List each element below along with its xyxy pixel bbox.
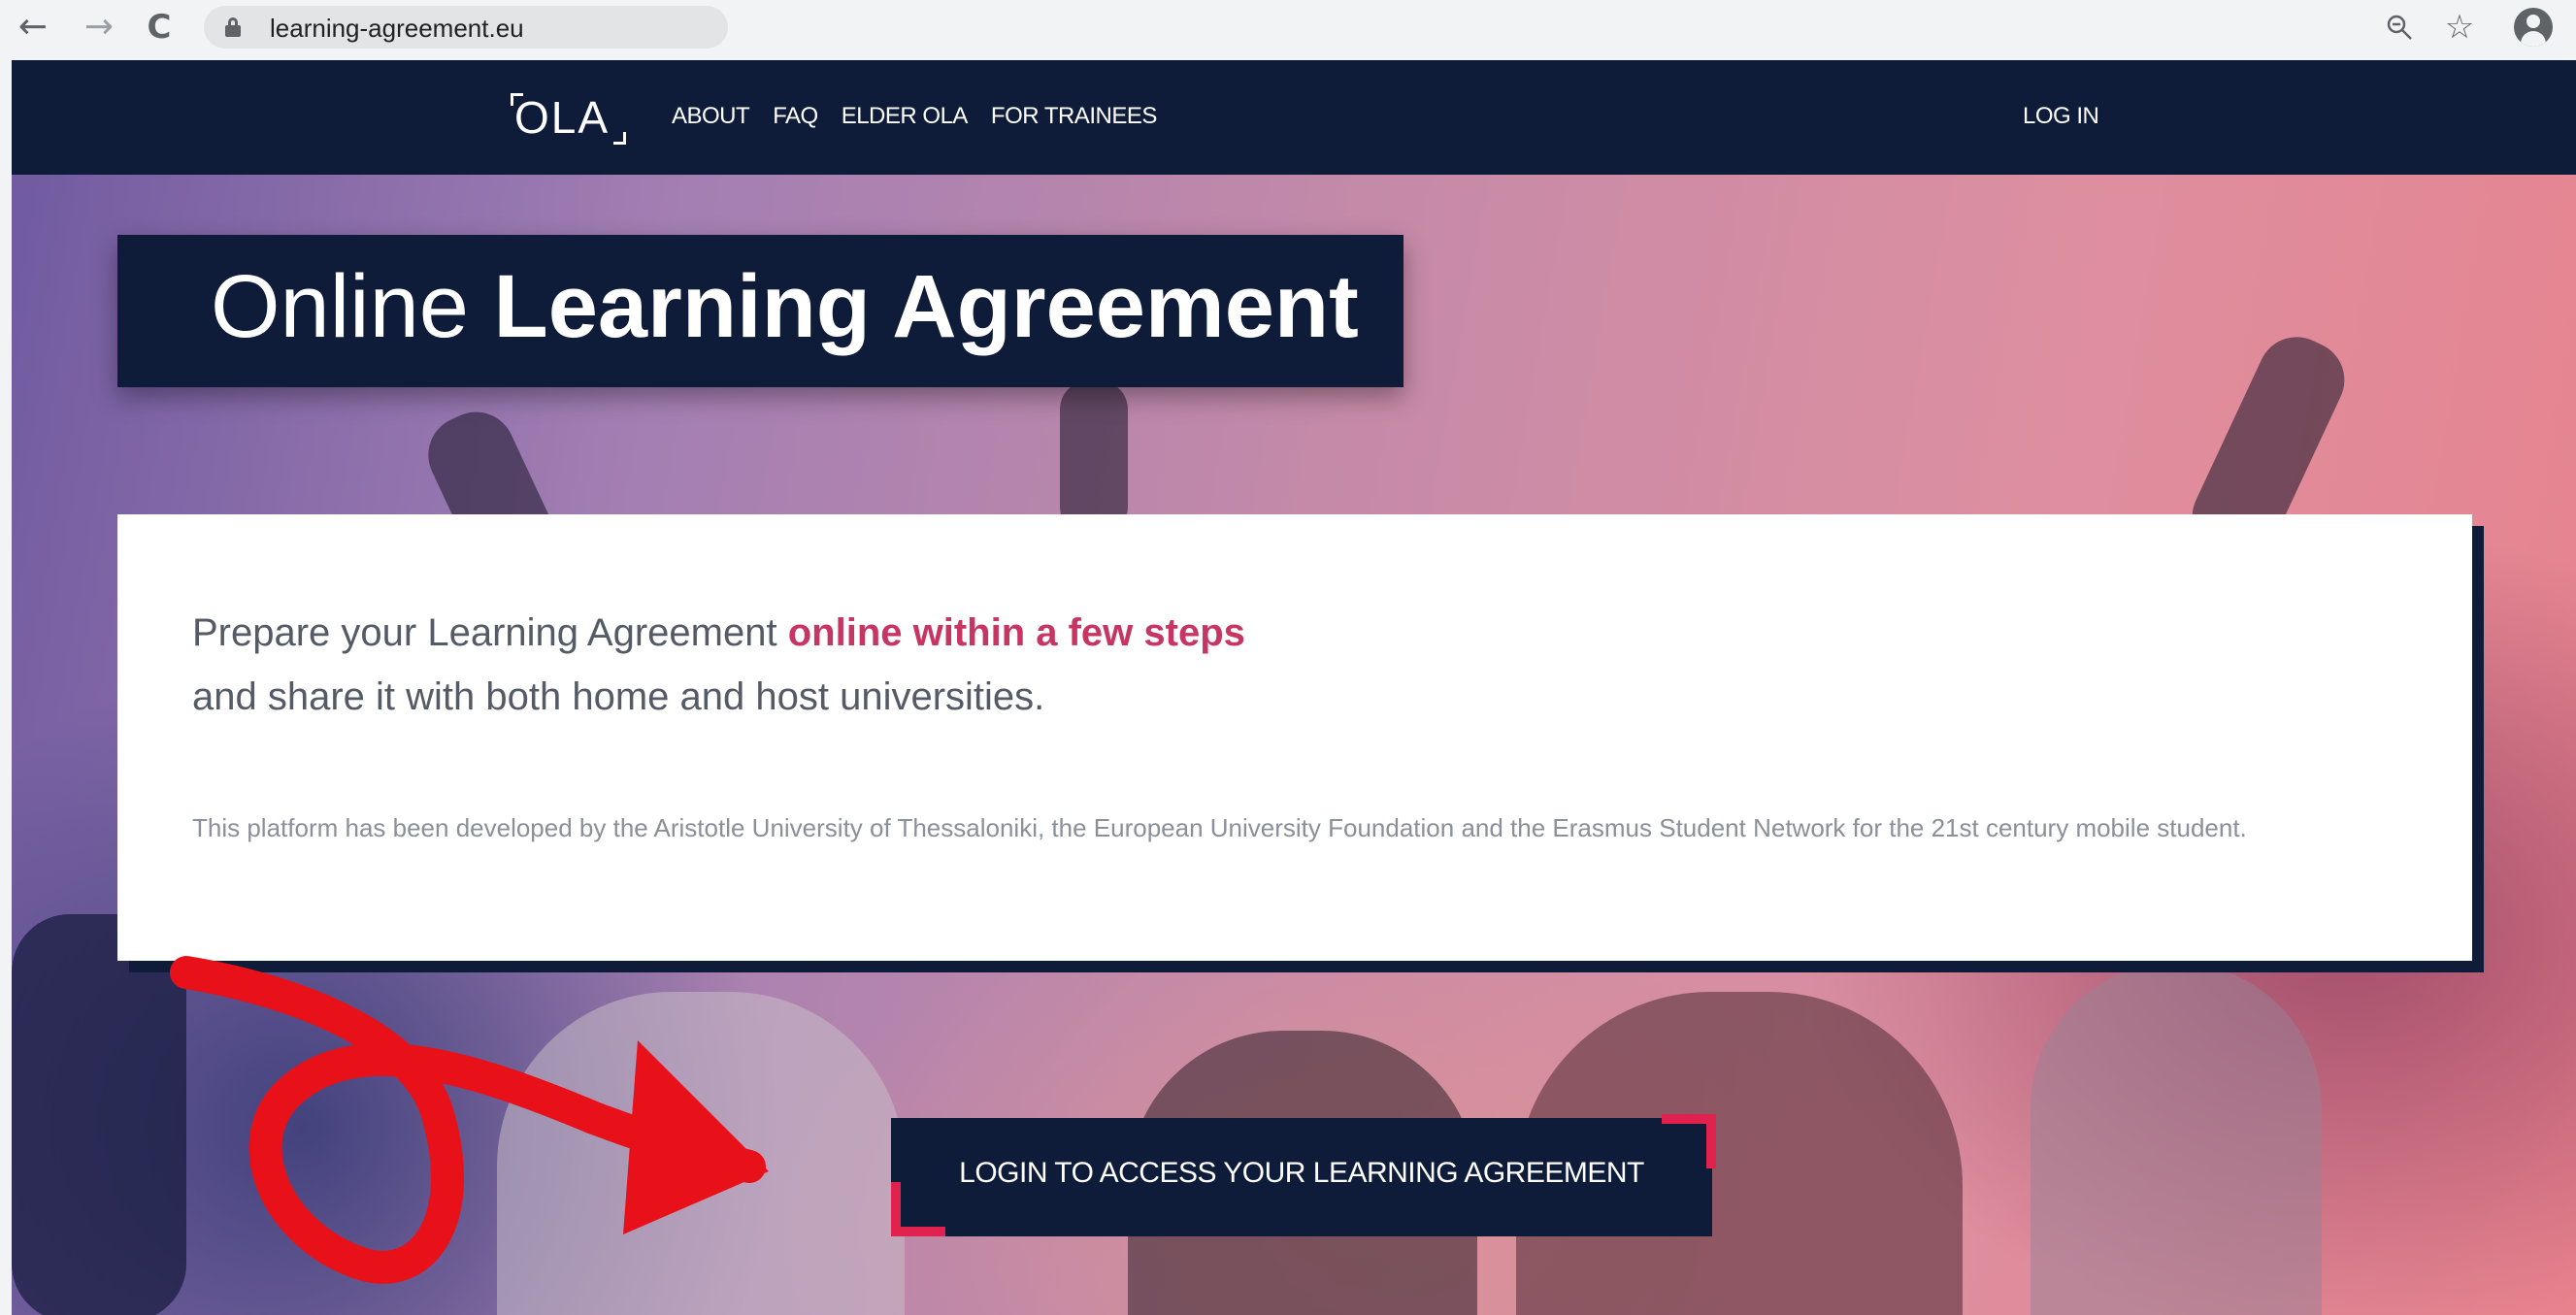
- website-viewport: OLA ABOUT FAQ ELDER OLA FOR TRAINEES LOG…: [12, 60, 2576, 1315]
- lock-icon: [225, 17, 241, 37]
- annotation-arrow-icon: [170, 956, 769, 1284]
- url-text: learning-agreement.eu: [270, 14, 524, 43]
- address-bar[interactable]: learning-agreement.eu: [204, 6, 728, 49]
- back-arrow-icon[interactable]: ←: [10, 4, 56, 50]
- reload-icon[interactable]: C: [136, 4, 182, 50]
- star-icon[interactable]: ☆: [2438, 6, 2481, 49]
- zoom-icon[interactable]: [2378, 6, 2421, 49]
- forward-arrow-icon[interactable]: →: [76, 4, 122, 50]
- browser-toolbar: ← → C learning-agreement.eu ☆: [0, 0, 2576, 56]
- profile-icon[interactable]: [2512, 6, 2555, 49]
